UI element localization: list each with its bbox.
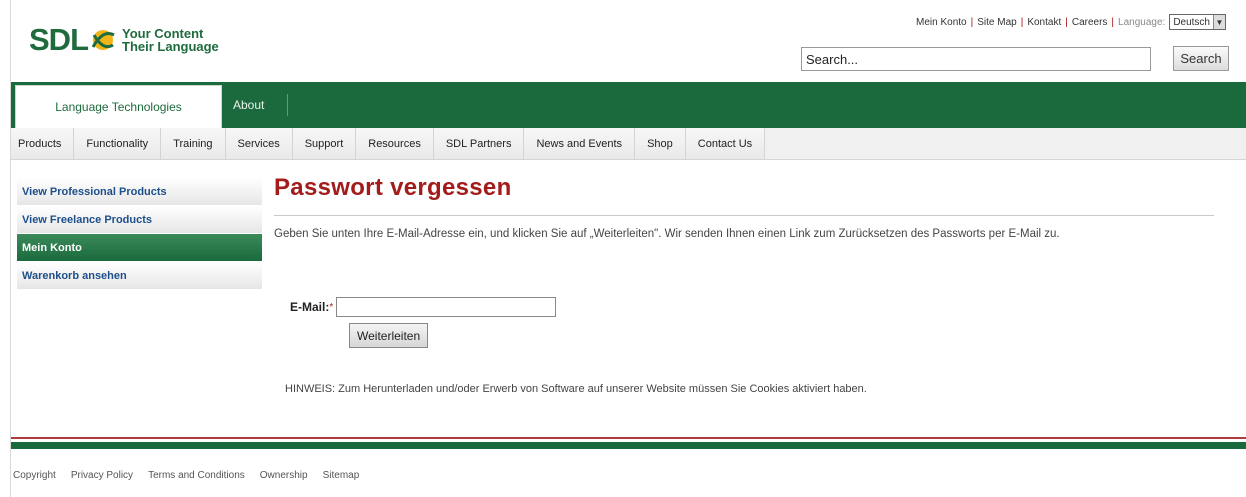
footer-link-ownership[interactable]: Ownership: [260, 470, 308, 481]
page-title: Passwort vergessen: [274, 174, 512, 201]
language-label: Language:: [1118, 16, 1166, 28]
subnav-resources[interactable]: Resources: [356, 128, 434, 159]
sidebar-item-freelance-products[interactable]: View Freelance Products: [17, 206, 262, 234]
subnav-sdl-partners[interactable]: SDL Partners: [433, 128, 525, 159]
top-link-mein-konto[interactable]: Mein Konto: [916, 17, 967, 28]
footer-link-terms[interactable]: Terms and Conditions: [148, 470, 245, 481]
email-row: E-Mail: *: [290, 297, 557, 317]
sidebar-item-mein-konto[interactable]: Mein Konto: [17, 234, 262, 262]
email-field[interactable]: [336, 297, 557, 317]
top-link-careers[interactable]: Careers: [1072, 17, 1108, 28]
tab-divider: [287, 94, 288, 116]
logo-text: SDL: [29, 22, 89, 57]
subnav-functionality[interactable]: Functionality: [74, 128, 162, 159]
search-input[interactable]: [801, 47, 1151, 71]
separator: |: [1065, 16, 1068, 28]
tab-language-technologies[interactable]: Language Technologies: [15, 85, 222, 128]
footer-link-privacy-policy[interactable]: Privacy Policy: [71, 470, 133, 481]
sidebar: View Professional Products View Freelanc…: [17, 178, 262, 290]
language-select[interactable]: Deutsch ▼: [1169, 14, 1226, 30]
separator: |: [1020, 16, 1024, 28]
logo-mark-icon: [90, 27, 116, 53]
separator: |: [970, 16, 974, 28]
language-selected: Deutsch: [1173, 16, 1210, 28]
sidebar-item-professional-products[interactable]: View Professional Products: [17, 178, 262, 206]
intro-text: Geben Sie unten Ihre E-Mail-Adresse ein,…: [274, 228, 1060, 240]
tagline-line2: Their Language: [122, 38, 219, 54]
footer-links: Copyright Privacy Policy Terms and Condi…: [13, 470, 374, 481]
subnav-contact-us[interactable]: Contact Us: [685, 128, 766, 159]
email-label: E-Mail:: [290, 300, 330, 314]
footer-link-copyright[interactable]: Copyright: [13, 470, 56, 481]
required-marker: *: [329, 301, 334, 313]
subnav-shop[interactable]: Shop: [635, 128, 686, 159]
sidebar-item-warenkorb[interactable]: Warenkorb ansehen: [17, 262, 262, 290]
secondary-nav: Products Functionality Training Services…: [11, 128, 1246, 160]
submit-button[interactable]: Weiterleiten: [349, 323, 429, 348]
tab-about[interactable]: About: [233, 98, 264, 112]
page: SDL Your Content Their Language Mein Kon…: [10, 0, 1246, 497]
footer-link-sitemap[interactable]: Sitemap: [323, 470, 360, 481]
subnav-training[interactable]: Training: [161, 128, 226, 159]
separator: |: [1111, 16, 1115, 28]
primary-nav: Language Technologies About: [11, 82, 1246, 128]
footer-divider-red: [11, 437, 1246, 439]
subnav-services[interactable]: Services: [225, 128, 293, 159]
main-content: Passwort vergessen Geben Sie unten Ihre …: [274, 174, 1239, 395]
chevron-down-icon: ▼: [1213, 15, 1225, 29]
search-button[interactable]: Search: [1173, 46, 1229, 71]
cookie-note: HINWEIS: Zum Herunterladen und/oder Erwe…: [285, 383, 867, 395]
logo-tagline: Your Content Their Language: [122, 27, 219, 53]
sdl-logo[interactable]: SDL Your Content Their Language: [29, 24, 219, 55]
subnav-support[interactable]: Support: [292, 128, 357, 159]
top-links: Mein Konto | Site Map | Kontakt | Career…: [916, 14, 1226, 30]
footer-divider-green: [11, 442, 1246, 449]
top-link-kontakt[interactable]: Kontakt: [1027, 17, 1061, 28]
title-divider: [274, 215, 1214, 216]
subnav-news-and-events[interactable]: News and Events: [524, 128, 636, 159]
top-link-site-map[interactable]: Site Map: [977, 17, 1016, 28]
subnav-products[interactable]: Products: [11, 128, 75, 159]
